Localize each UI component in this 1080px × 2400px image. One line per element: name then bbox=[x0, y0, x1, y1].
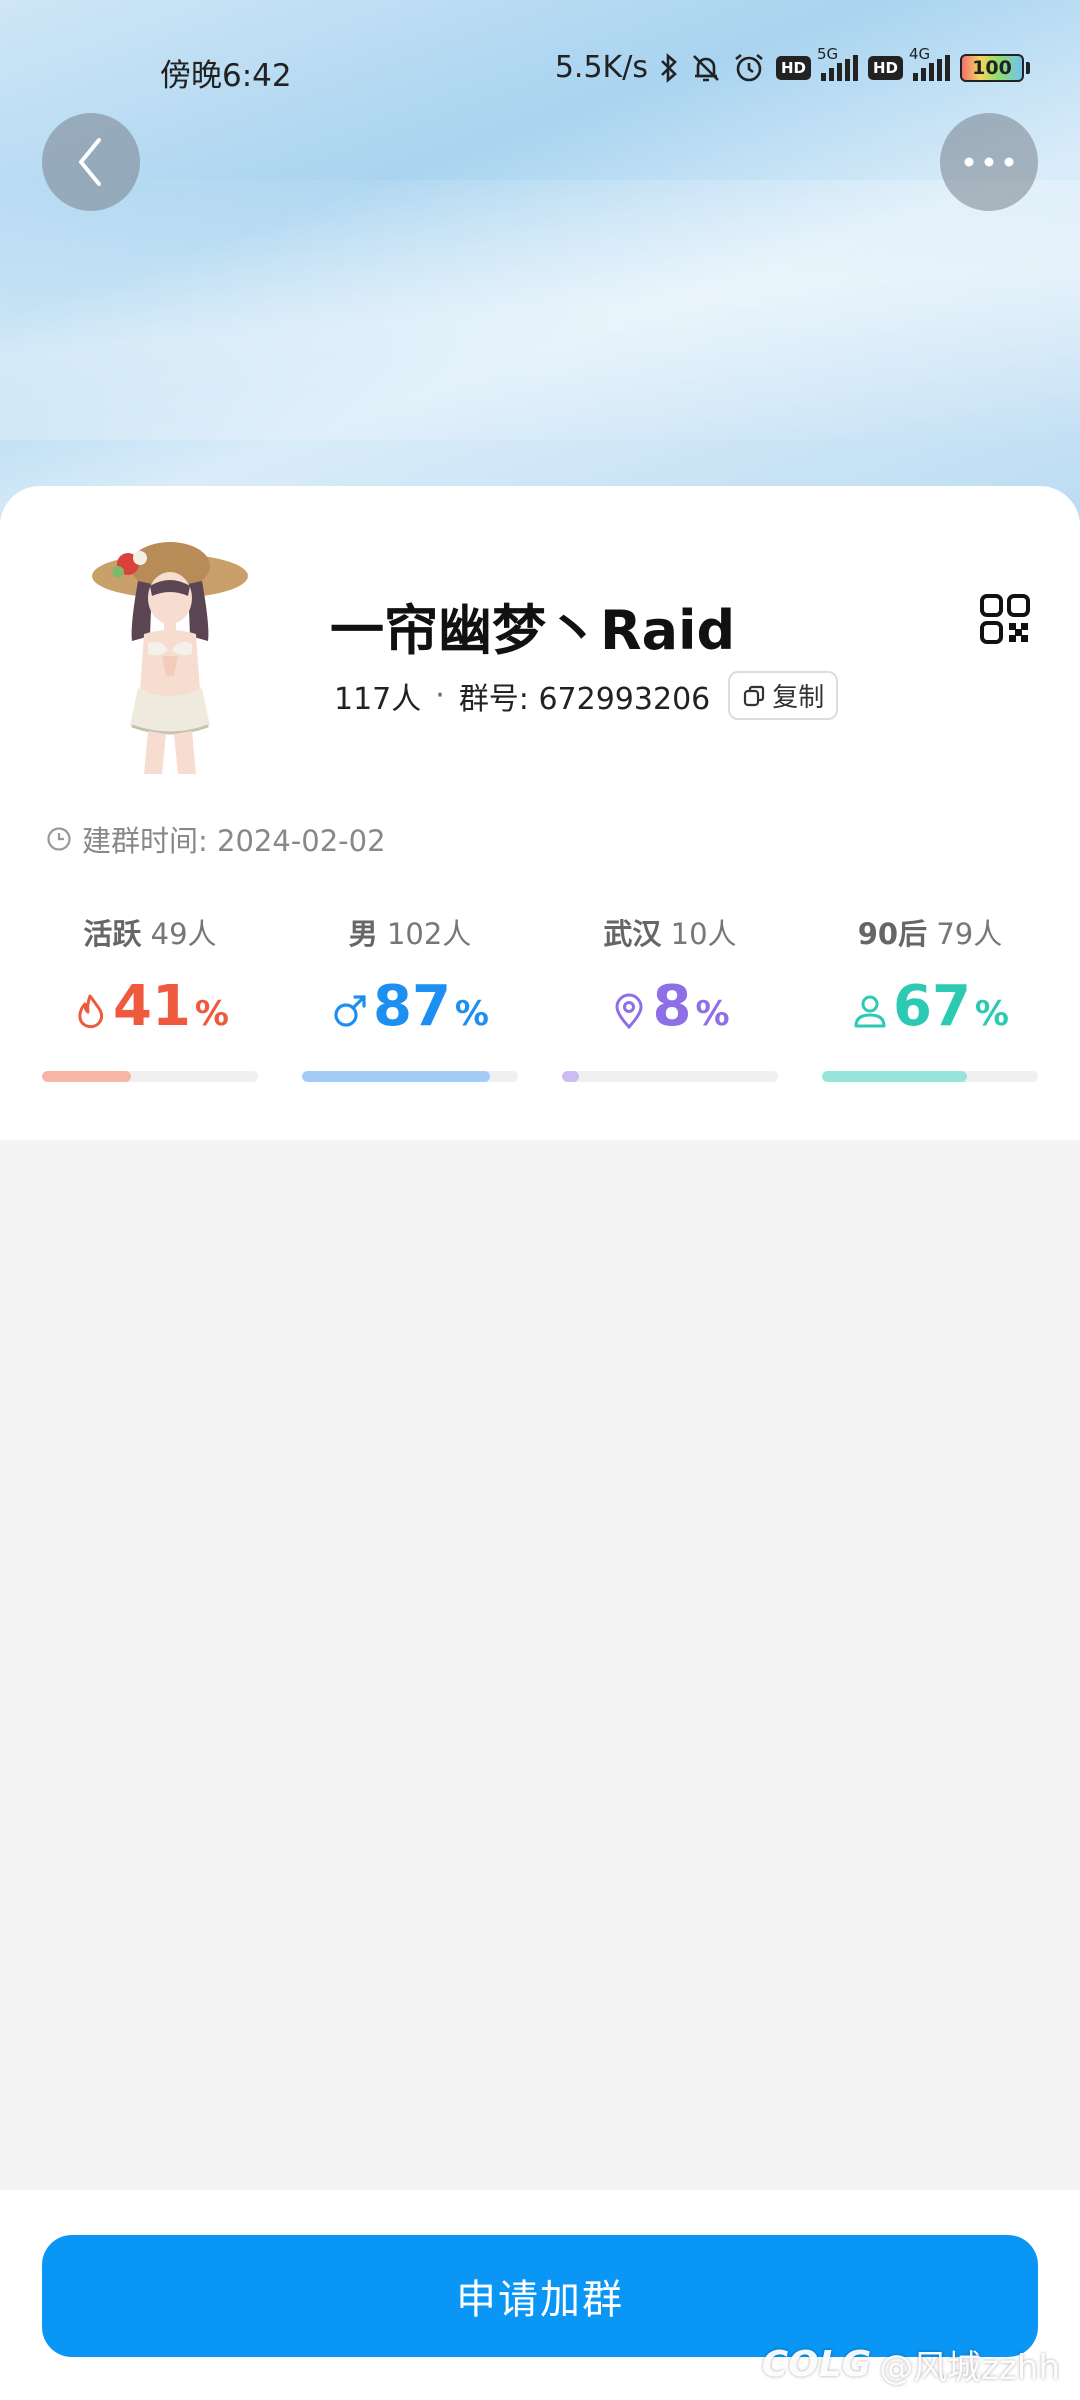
stat-unit: % bbox=[454, 994, 489, 1034]
stat-value: 87 % bbox=[331, 979, 489, 1043]
stat-unit: % bbox=[974, 994, 1009, 1034]
stat-unit: % bbox=[695, 994, 730, 1034]
flame-icon bbox=[78, 994, 104, 1029]
group-number: 群号: 672993206 bbox=[458, 681, 711, 717]
hd-badge-1: HD bbox=[775, 55, 811, 80]
stat-age: 90后 79人 67 % bbox=[822, 911, 1038, 1082]
male-icon bbox=[334, 995, 366, 1027]
stat-location: 武汉 10人 8 % bbox=[562, 911, 778, 1082]
network-speed: 5.5K/s bbox=[554, 50, 648, 85]
stat-value: 41 % bbox=[71, 979, 229, 1043]
watermark-text: @风城zzhh bbox=[879, 2348, 1060, 2388]
stat-male: 男 102人 87 % bbox=[302, 911, 518, 1082]
join-group-button[interactable]: 申请加群 bbox=[42, 2235, 1038, 2357]
stat-progress-fill bbox=[302, 1071, 490, 1082]
group-name: 一帘幽梦丶Raid bbox=[330, 599, 736, 662]
bluetooth-icon bbox=[661, 52, 677, 83]
hd-badge-2: HD bbox=[867, 55, 903, 80]
location-pin-icon bbox=[615, 993, 643, 1030]
stat-title: 男 102人 bbox=[348, 917, 472, 951]
network-type-1: 5G bbox=[816, 44, 839, 63]
status-indicators: 5.5K/s HD 5G HD 4G 100 bbox=[554, 45, 1030, 85]
more-button[interactable] bbox=[940, 113, 1038, 211]
group-stats: 活跃 49人 41 % 男 102人 87 % 武汉 10人 8 % 90后 7… bbox=[42, 911, 1038, 1082]
back-button[interactable] bbox=[42, 113, 140, 211]
stat-number: 41 bbox=[112, 974, 191, 1039]
created-date: 建群时间: 2024-02-02 bbox=[82, 824, 386, 858]
group-info-card: 一帘幽梦丶Raid 117人 · 群号: 672993206 复制 建群时间: … bbox=[0, 486, 1080, 1140]
stat-title: 活跃 49人 bbox=[83, 917, 217, 951]
copy-button[interactable]: 复制 bbox=[728, 671, 839, 720]
status-bar: 傍晚6:42 5.5K/s HD 5G HD 4G 100 bbox=[0, 44, 1080, 100]
battery-level: 100 bbox=[960, 53, 1024, 82]
clock-icon bbox=[47, 827, 71, 851]
stat-value: 67 % bbox=[851, 979, 1009, 1043]
stat-value: 8 % bbox=[610, 974, 730, 1043]
signal-icon-1: 5G bbox=[817, 45, 858, 81]
stat-progress-fill bbox=[42, 1071, 131, 1082]
stat-progress-bar bbox=[302, 1071, 518, 1082]
watermark: COLG @风城zzhh bbox=[762, 2340, 1060, 2389]
member-count: 117人 bbox=[334, 681, 422, 717]
group-meta: 117人 · 群号: 672993206 复制 bbox=[334, 671, 839, 720]
watermark-logo: COLG bbox=[761, 2344, 872, 2385]
stat-title: 武汉 10人 bbox=[603, 917, 737, 951]
created-date-row: 建群时间: 2024-02-02 bbox=[46, 818, 386, 860]
copy-label: 复制 bbox=[772, 683, 825, 713]
meta-separator: · bbox=[435, 678, 445, 713]
stat-progress-fill bbox=[562, 1071, 580, 1082]
stat-progress-bar bbox=[562, 1071, 778, 1082]
stat-number: 8 bbox=[652, 974, 692, 1039]
copy-icon bbox=[744, 685, 765, 706]
stat-number: 67 bbox=[892, 974, 971, 1039]
status-time: 傍晚6:42 bbox=[160, 58, 292, 94]
stat-progress-bar bbox=[822, 1071, 1038, 1082]
more-horizontal-icon bbox=[964, 157, 1014, 167]
stat-unit: % bbox=[194, 994, 229, 1034]
person-icon bbox=[854, 995, 886, 1028]
qr-code-icon[interactable] bbox=[980, 594, 1030, 644]
bottom-action-area: 申请加群 COLG @风城zzhh bbox=[0, 2190, 1080, 2400]
stat-title: 90后 79人 bbox=[857, 917, 1003, 951]
signal-icon-2: 4G bbox=[909, 45, 950, 81]
stat-progress-bar bbox=[42, 1071, 258, 1082]
chevron-left-icon bbox=[79, 138, 101, 186]
stat-number: 87 bbox=[372, 974, 451, 1039]
battery-icon: 100 bbox=[960, 53, 1030, 82]
mute-bell-icon bbox=[693, 54, 719, 81]
stat-active: 活跃 49人 41 % bbox=[42, 911, 258, 1082]
stat-progress-fill bbox=[822, 1071, 967, 1082]
network-type-2: 4G bbox=[909, 44, 931, 63]
group-avatar[interactable] bbox=[70, 526, 270, 776]
alarm-icon bbox=[735, 53, 763, 81]
